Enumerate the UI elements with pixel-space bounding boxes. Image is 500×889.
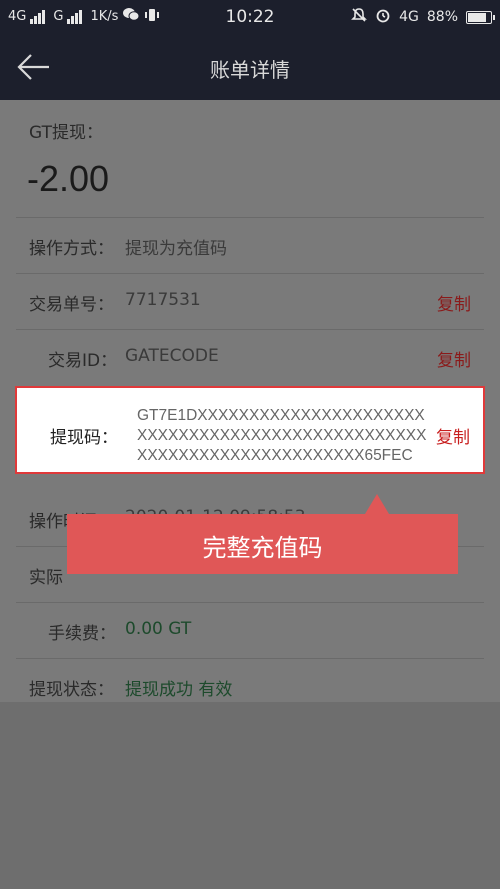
callout-text: 完整充值码 xyxy=(202,534,323,562)
nav-bar: 账单详情 xyxy=(0,34,500,100)
row-fee: 手续费： 0.00 GT xyxy=(0,602,500,658)
network-type-right: 4G xyxy=(399,9,419,25)
battery-level xyxy=(468,12,487,22)
status-bar: 4G G 1K/s 10:22 4G 88% xyxy=(0,0,500,34)
withdraw-code-label: 提现码： xyxy=(50,428,118,448)
battery-percent: 88% xyxy=(426,9,458,25)
row-label: 实际 xyxy=(29,568,63,588)
divider xyxy=(16,217,484,218)
row-withdraw-status: 提现状态： 提现成功 有效 xyxy=(0,658,500,714)
battery-icon xyxy=(466,10,495,24)
page-title: 账单详情 xyxy=(210,58,290,82)
row-label: 操作方式： xyxy=(29,239,114,259)
row-value: 提现为充值码 xyxy=(125,239,227,259)
divider xyxy=(16,273,484,274)
row-operation-method: 操作方式： 提现为充值码 xyxy=(0,217,500,273)
divider xyxy=(16,329,484,330)
row-value: GATECODE xyxy=(125,346,219,366)
status-right: 4G 88% xyxy=(351,7,495,27)
withdraw-code-highlight: 提现码： GT7E1DXXXXXXXXXXXXXXXXXXXXXXXXXXXXX… xyxy=(15,386,485,474)
copy-transaction-id-button[interactable]: 复制 xyxy=(437,346,471,371)
row-transaction-number: 交易单号： 7717531 复制 xyxy=(0,273,500,329)
row-label: 手续费： xyxy=(48,624,116,644)
transaction-type-label: GT提现： xyxy=(29,123,103,143)
row-value: 提现成功 有效 xyxy=(125,680,233,700)
mute-icon xyxy=(351,7,368,27)
row-transaction-id: 交易ID： GATECODE 复制 xyxy=(0,329,500,385)
row-label: 交易ID： xyxy=(48,351,118,371)
copy-transaction-number-button[interactable]: 复制 xyxy=(437,290,471,315)
row-value: 7717531 xyxy=(125,290,201,310)
copy-withdraw-code-button[interactable]: 复制 xyxy=(436,423,470,448)
row-value: 0.00 GT xyxy=(125,619,192,639)
amount-value: -2.00 xyxy=(27,158,110,199)
withdraw-code-value: GT7E1DXXXXXXXXXXXXXXXXXXXXXXXXXXXXXXXXXX… xyxy=(137,407,427,464)
divider xyxy=(16,602,484,603)
row-label: 提现状态： xyxy=(29,680,114,700)
divider xyxy=(16,658,484,659)
row-label: 交易单号： xyxy=(29,295,114,315)
callout-tooltip: 完整充值码 xyxy=(67,494,458,574)
alarm-icon xyxy=(375,7,391,27)
